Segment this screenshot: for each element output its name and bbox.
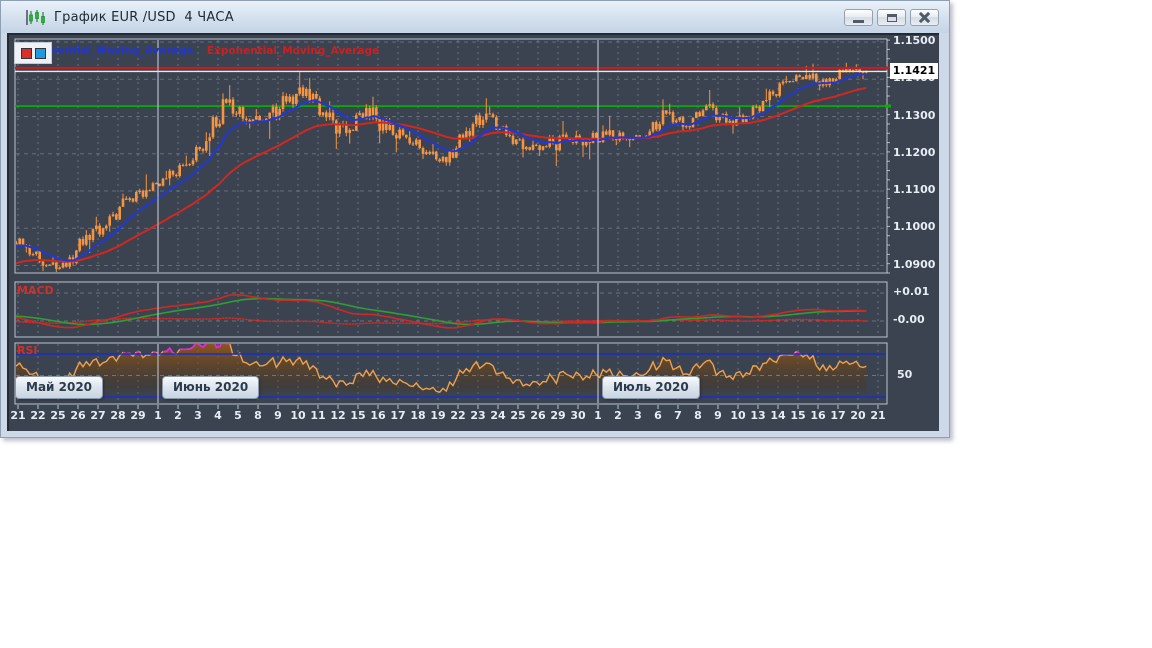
close-icon	[919, 12, 930, 23]
window-controls	[844, 9, 939, 26]
macd-axis-label: -0.00	[893, 313, 925, 326]
price-axis-label: 1.1000	[893, 220, 936, 234]
title-bar[interactable]: График EUR /USD 4 ЧАСА	[1, 1, 949, 33]
ema-slow-color-swatch	[20, 47, 32, 59]
window-title: График EUR /USD 4 ЧАСА	[54, 9, 234, 25]
close-button[interactable]	[910, 9, 939, 26]
candlestick-chart-icon	[26, 9, 45, 25]
minimize-button[interactable]	[844, 9, 873, 26]
legend-color-chip[interactable]	[14, 42, 52, 64]
rsi-label: RSI	[17, 344, 38, 357]
ema-slow-legend-label: Exponential_Moving_Average	[206, 45, 380, 57]
macd-label: MACD	[17, 284, 54, 297]
indicator-legend: Exponential_Moving_Average Exponential_M…	[21, 45, 379, 57]
price-axis-label: 1.1100	[893, 183, 936, 197]
minimize-icon	[853, 20, 864, 23]
date-axis-label: 21	[870, 409, 886, 422]
macd-axis-label: +0.01	[893, 285, 930, 298]
chart-window: График EUR /USD 4 ЧАСА Exponential_Movin…	[0, 0, 950, 438]
month-label[interactable]: Май 2020	[15, 376, 104, 399]
price-axis-label: 1.1200	[893, 145, 936, 159]
current-price-badge: 1.1421	[890, 63, 938, 80]
month-label[interactable]: Июль 2020	[602, 376, 700, 399]
price-axis-label: 1.1500	[893, 33, 936, 47]
maximize-icon	[886, 13, 897, 22]
price-axis-label: 1.1300	[893, 108, 936, 122]
chart-client-area[interactable]	[7, 33, 939, 431]
maximize-button[interactable]	[877, 9, 906, 26]
month-label[interactable]: Июнь 2020	[162, 376, 260, 399]
rsi-axis-label: 50	[897, 367, 913, 381]
price-axis-label: 1.0900	[893, 257, 936, 271]
ema-fast-color-swatch	[34, 47, 46, 59]
